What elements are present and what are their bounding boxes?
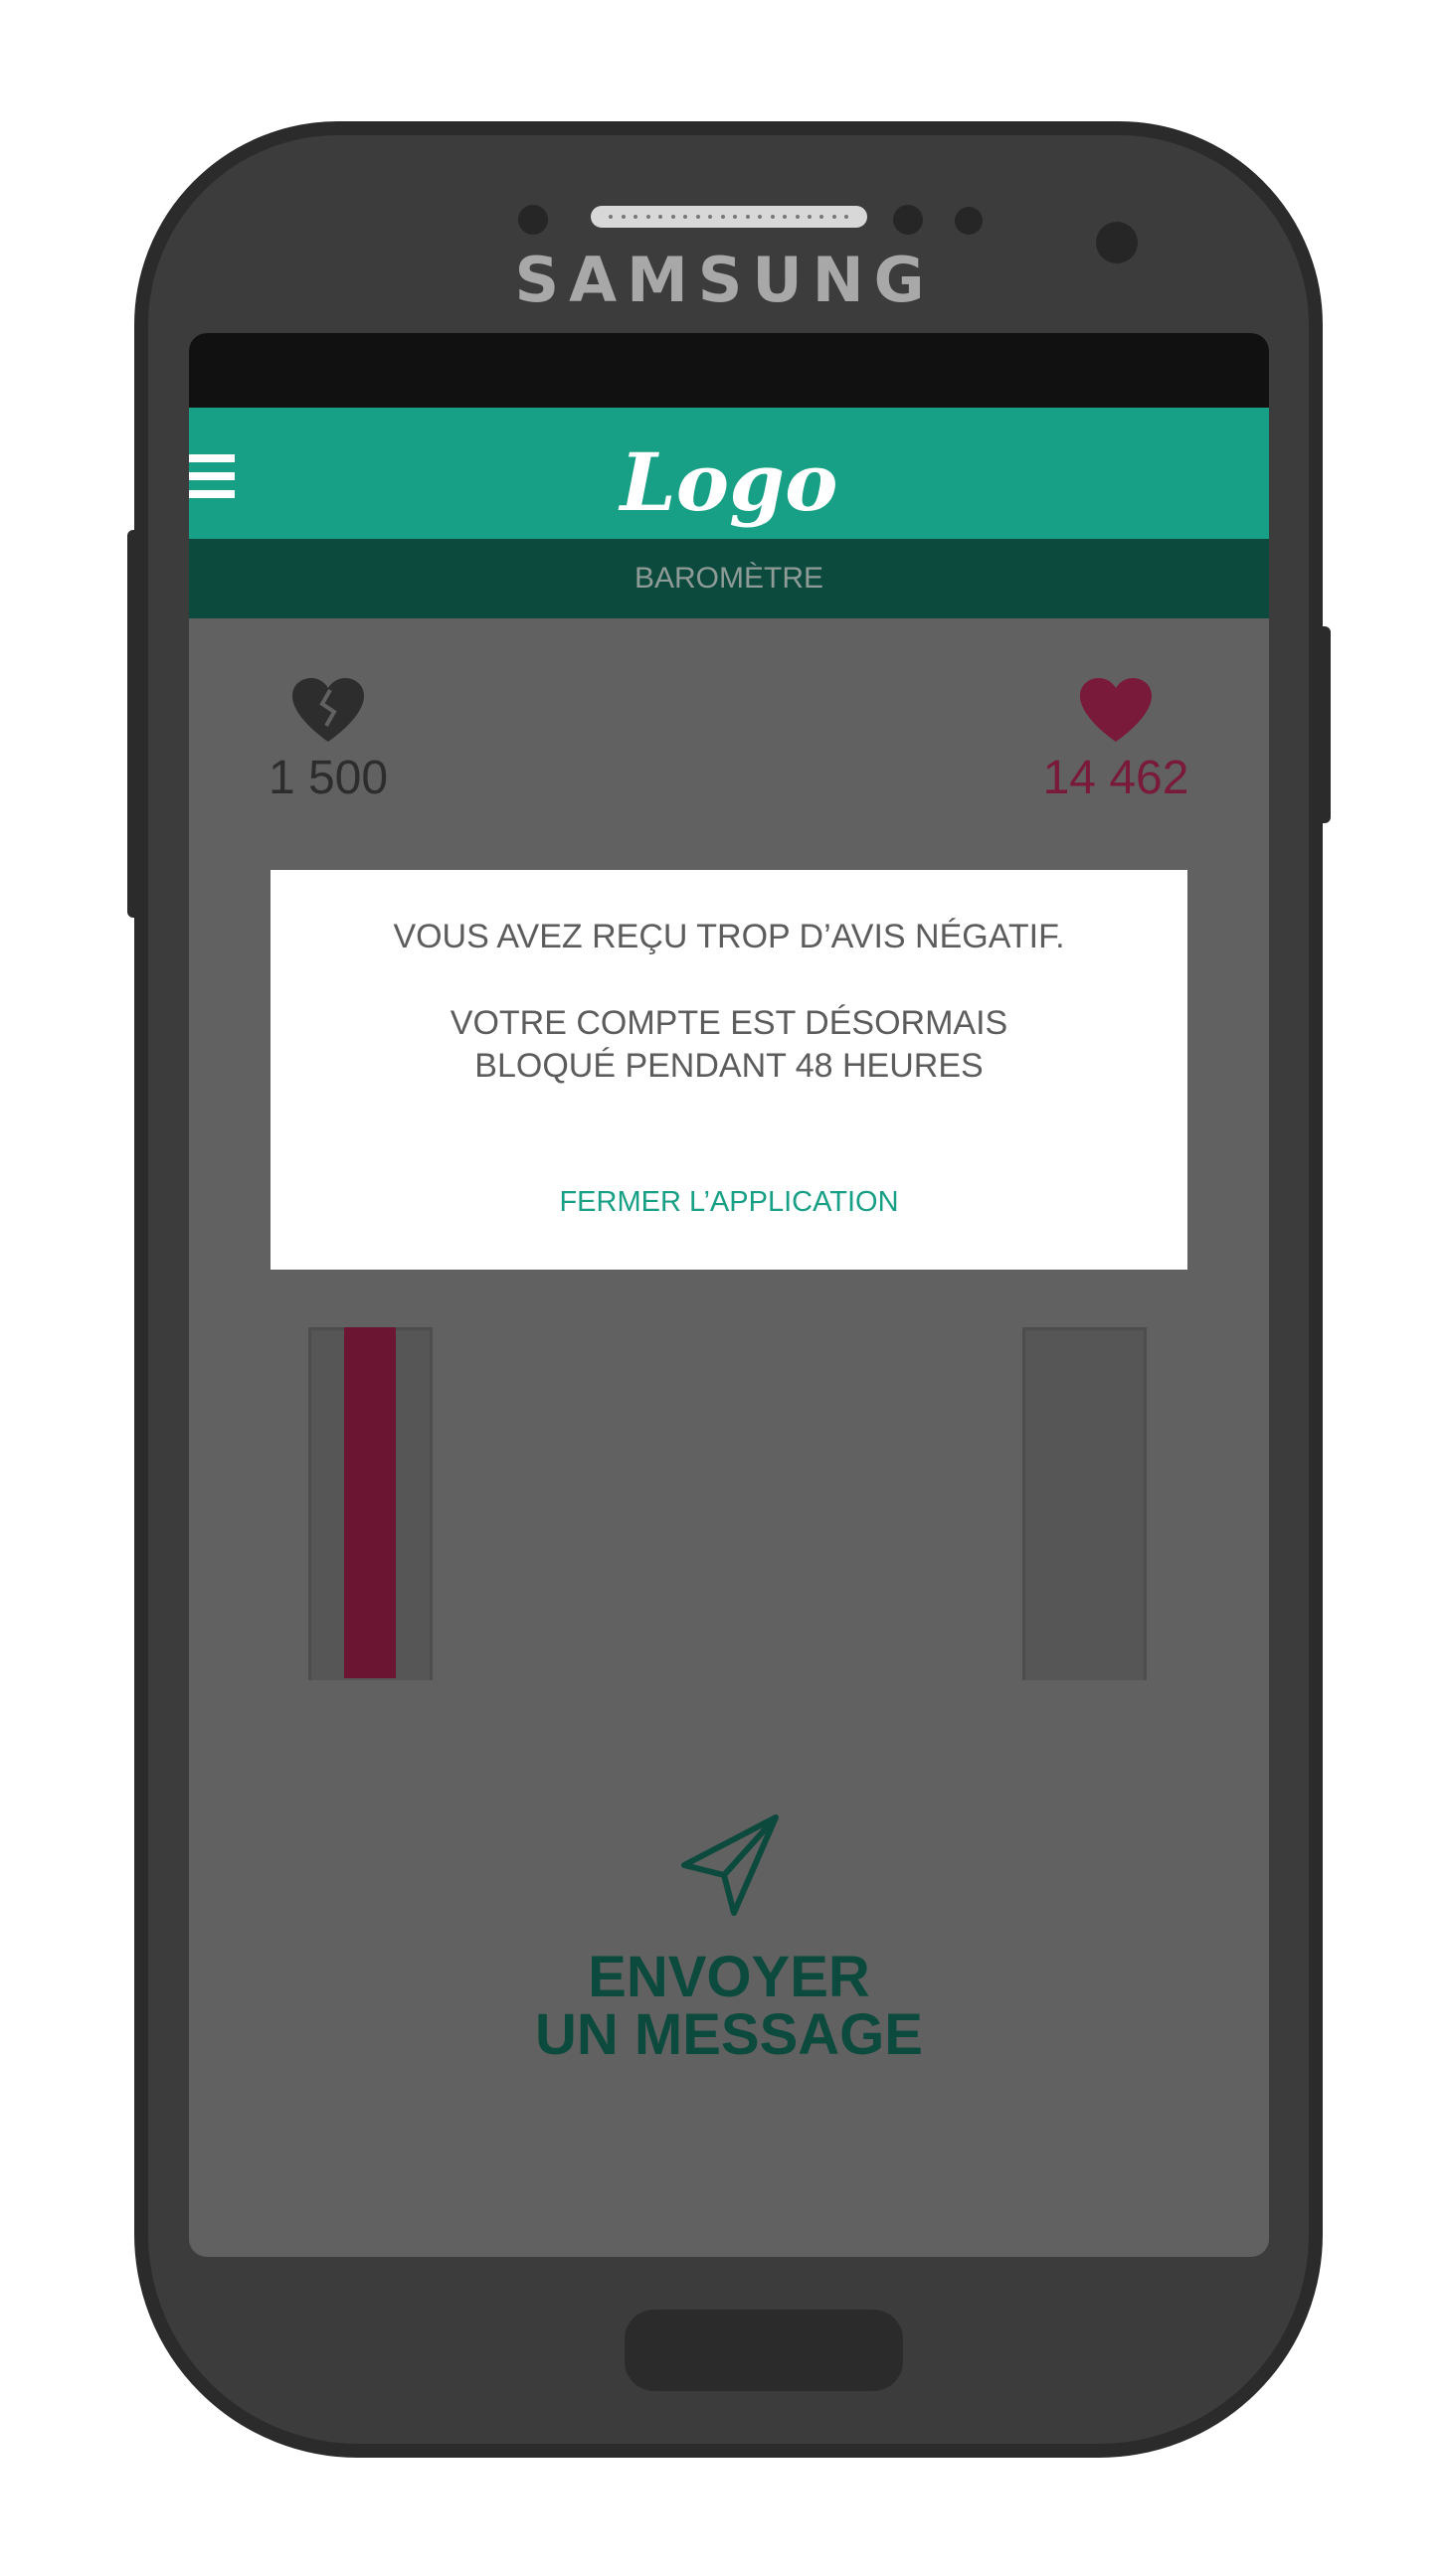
send-label-line2: UN MESSAGE xyxy=(535,2002,923,2067)
send-label-line1: ENVOYER xyxy=(588,1945,870,2009)
close-app-button[interactable]: FERMER L’APPLICATION xyxy=(271,1186,1187,1219)
blocked-account-dialog: VOUS AVEZ REÇU TROP D’AVIS NÉGATIF. VOTR… xyxy=(271,870,1187,1270)
screen: Logo BAROMÈTRE 1 500 14 462 VOUS AVEZ RE… xyxy=(189,333,1269,2257)
home-button[interactable] xyxy=(625,2310,903,2391)
sensor-dot-left xyxy=(518,205,548,235)
app-logo: Logo xyxy=(620,435,838,529)
sensor-dot-right-2 xyxy=(955,207,983,235)
positive-count: 14 462 xyxy=(1042,752,1189,804)
paper-plane-icon xyxy=(676,1809,786,1919)
dialog-message-line2: VOTRE COMPTE EST DÉSORMAIS xyxy=(450,1004,1008,1042)
dialog-message-line1: VOUS AVEZ REÇU TROP D’AVIS NÉGATIF. xyxy=(393,918,1065,955)
negative-gauge-fill xyxy=(344,1327,396,1678)
app-bar: Logo xyxy=(189,408,1269,539)
dialog-message-line3: BLOQUÉ PENDANT 48 HEURES xyxy=(474,1047,984,1085)
heart-icon xyxy=(1076,676,1156,746)
section-title: BAROMÈTRE xyxy=(634,562,824,595)
sensor-dot-right-1 xyxy=(893,205,923,235)
negative-count: 1 500 xyxy=(268,752,389,804)
positive-gauge-track xyxy=(1022,1327,1147,1680)
broken-heart-icon xyxy=(288,676,368,746)
section-header: BAROMÈTRE xyxy=(189,539,1269,618)
status-bar xyxy=(189,333,1269,408)
earpiece-speaker xyxy=(591,206,867,228)
device-brand: SAMSUNG xyxy=(514,244,935,316)
